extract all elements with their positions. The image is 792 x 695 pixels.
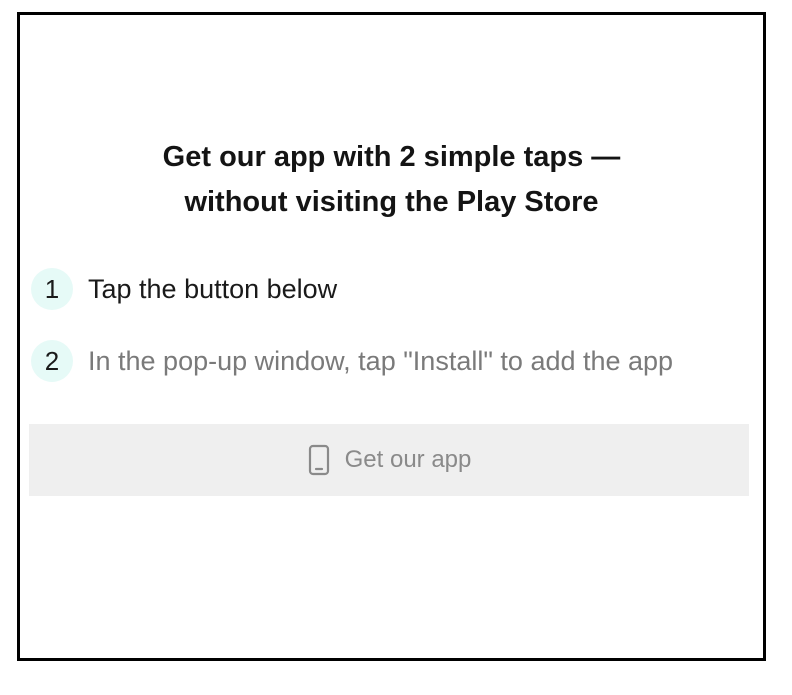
step-1: 1 Tap the button below xyxy=(31,267,337,311)
step-1-text: Tap the button below xyxy=(88,273,338,304)
get-our-app-button[interactable]: Get our app xyxy=(29,424,749,496)
step-2-number: 2 xyxy=(31,340,73,382)
dialog-title-line-2: without visiting the Play Store xyxy=(184,186,599,218)
step-2: 2 In the pop-up window, tap "Install" to… xyxy=(31,339,673,383)
install-app-dialog: Get our app with 2 simple taps — without… xyxy=(17,12,766,661)
get-our-app-label: Get our app xyxy=(344,446,472,473)
phone-icon xyxy=(307,444,331,476)
dialog-title: Get our app with 2 simple taps — without… xyxy=(20,135,763,225)
step-2-text: In the pop-up window, tap "Install" to a… xyxy=(88,345,674,376)
step-1-number: 1 xyxy=(31,268,73,310)
dialog-title-line-1: Get our app with 2 simple taps — xyxy=(162,141,621,173)
